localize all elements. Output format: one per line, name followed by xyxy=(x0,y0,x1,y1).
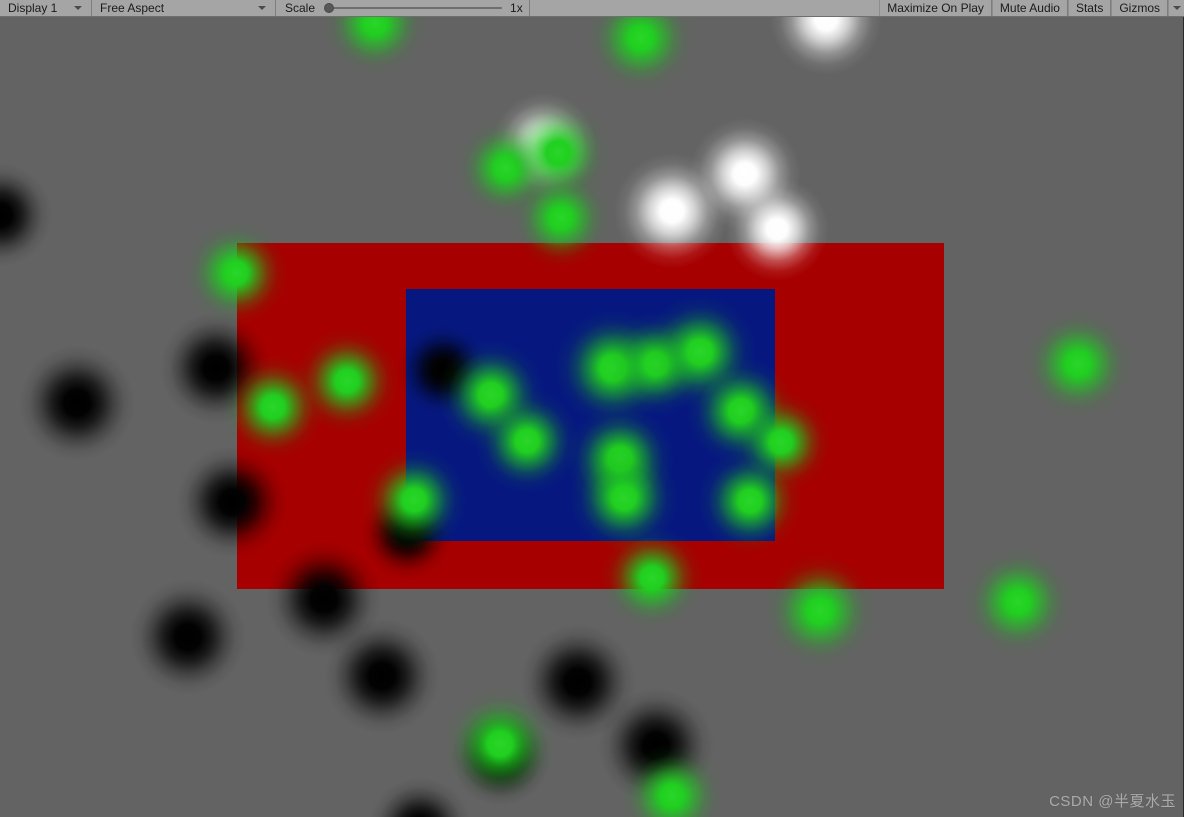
black-particle xyxy=(19,345,135,461)
scale-slider[interactable] xyxy=(324,0,503,16)
unity-game-window: Display 1 Free Aspect Scale 1x Maximize … xyxy=(0,0,1184,817)
gizmos-button[interactable]: Gizmos xyxy=(1111,0,1168,16)
green-particle xyxy=(587,17,695,92)
scale-slider-handle[interactable] xyxy=(324,3,335,13)
green-particle xyxy=(323,17,427,75)
black-particle xyxy=(598,688,714,804)
green-particle xyxy=(1024,310,1132,418)
black-particle xyxy=(520,624,636,740)
white-particle xyxy=(770,17,882,75)
black-particle xyxy=(130,579,246,695)
stats-button[interactable]: Stats xyxy=(1067,0,1112,16)
mute-audio-button[interactable]: Mute Audio xyxy=(991,0,1068,16)
scale-control: Scale 1x xyxy=(276,0,530,16)
black-particle xyxy=(0,163,52,267)
white-particle xyxy=(689,118,801,230)
game-render-view[interactable] xyxy=(0,17,1184,817)
black-particle xyxy=(368,777,472,817)
green-particle xyxy=(620,744,724,817)
black-particle xyxy=(451,706,551,806)
aspect-ratio-dropdown-label: Free Aspect xyxy=(100,1,165,15)
game-view-toolbar: Display 1 Free Aspect Scale 1x Maximize … xyxy=(0,0,1184,17)
maximize-on-play-button[interactable]: Maximize On Play xyxy=(879,0,992,16)
blue-region xyxy=(406,289,775,541)
green-particle xyxy=(506,101,610,205)
display-dropdown[interactable]: Display 1 xyxy=(0,0,92,16)
green-particle xyxy=(444,688,556,800)
white-particle xyxy=(492,93,596,197)
chevron-down-icon xyxy=(74,6,82,10)
scale-label: Scale xyxy=(285,1,316,15)
chevron-down-icon xyxy=(1172,6,1181,10)
chevron-down-icon xyxy=(258,6,266,10)
toolbar-spacer xyxy=(529,0,880,16)
display-dropdown-label: Display 1 xyxy=(8,1,58,15)
green-particle xyxy=(964,548,1072,656)
gizmos-dropdown-button[interactable] xyxy=(1168,0,1184,16)
green-particle xyxy=(456,118,556,218)
scale-slider-track[interactable] xyxy=(324,7,503,9)
aspect-ratio-dropdown[interactable]: Free Aspect xyxy=(92,0,276,16)
csdn-watermark: CSDN @半夏水玉 xyxy=(1049,793,1176,810)
black-particle xyxy=(324,618,440,734)
scale-value: 1x xyxy=(510,1,523,15)
